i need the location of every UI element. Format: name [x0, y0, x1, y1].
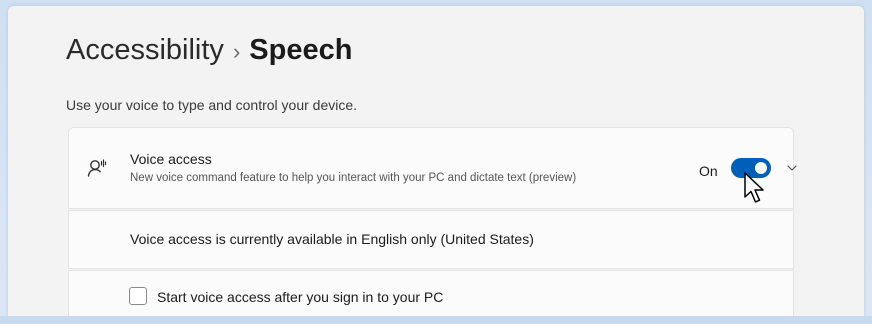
voice-access-icon: [86, 157, 108, 179]
page-subtitle: Use your voice to type and control your …: [66, 97, 358, 113]
availability-note: Voice access is currently available in E…: [130, 231, 534, 247]
start-after-sign-in-label[interactable]: Start voice access after you sign in to …: [157, 289, 443, 305]
breadcrumb-accessibility-link[interactable]: Accessibility: [66, 34, 224, 67]
voice-access-description: New voice command feature to help you in…: [130, 172, 577, 184]
toggle-state-label: On: [699, 163, 718, 179]
breadcrumb: Accessibility › Speech: [66, 34, 352, 67]
desktop-background-strip: [0, 316, 872, 324]
expand-voice-access-button[interactable]: [775, 150, 809, 184]
page-title: Speech: [249, 34, 353, 66]
voice-access-setting[interactable]: Voice access New voice command feature t…: [68, 127, 797, 209]
settings-window: Accessibility › Speech Use your voice to…: [8, 6, 864, 324]
availability-note-row: Voice access is currently available in E…: [68, 210, 794, 269]
mouse-cursor-icon: [744, 172, 766, 206]
breadcrumb-separator: ›: [232, 39, 241, 64]
start-after-sign-in-checkbox[interactable]: [129, 287, 147, 305]
chevron-down-icon: [785, 161, 799, 175]
voice-access-title: Voice access: [130, 151, 212, 167]
